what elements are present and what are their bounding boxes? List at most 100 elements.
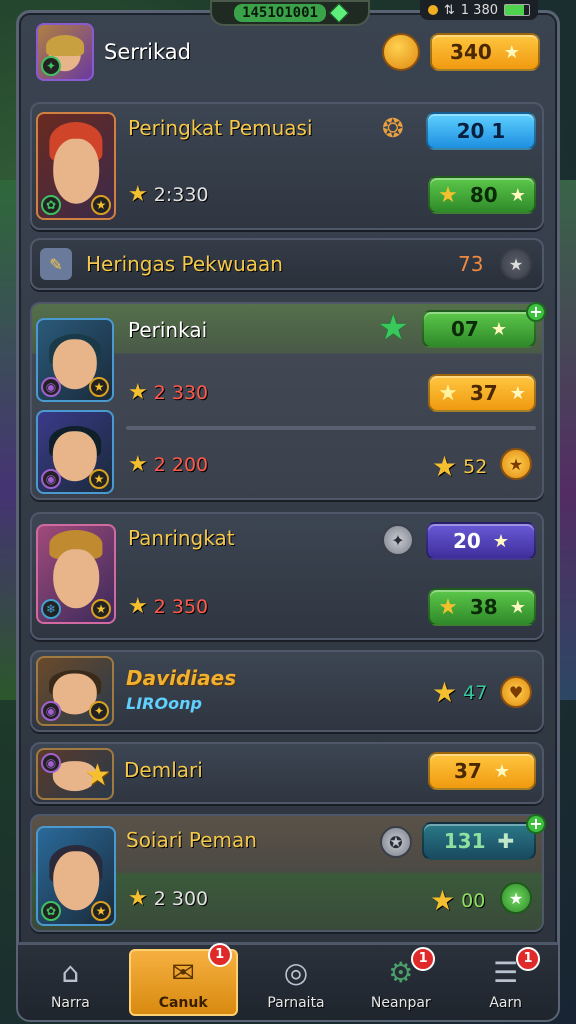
- nav-menu[interactable]: ☰ Aarn 1: [453, 945, 558, 1020]
- gold-heart-button[interactable]: ♥: [500, 676, 532, 708]
- mail-icon: ✉: [171, 956, 195, 989]
- green-star-icon: ★: [378, 308, 409, 348]
- leaderboard-card-3[interactable]: ◉ ★ ◉ ★ Perinkai ★ 07 ★ + ★ 2 330 ★ 37 ★ ★ 2 …: [30, 302, 546, 500]
- badge-icon[interactable]: ✪: [380, 826, 412, 858]
- hero-portrait: ✿ ★: [36, 112, 116, 220]
- element-badge: ◉: [41, 469, 61, 489]
- card-title: Demlari: [124, 758, 203, 782]
- gold-star-button[interactable]: ★: [500, 448, 532, 480]
- alien-icon: ◎: [283, 956, 309, 989]
- star-icon: ★: [128, 380, 148, 405]
- star-icon: ★: [128, 182, 148, 207]
- reward: ★ 00: [430, 884, 485, 917]
- element-badge: ◉: [41, 377, 61, 397]
- reward-pill[interactable]: ★ 38 ★: [428, 588, 536, 626]
- card-title: Peringkat Pemuasi: [128, 116, 313, 140]
- leaderboard-card-7[interactable]: ✿ ★ Soiari Peman ✪ 131 ✚ + ★ 2 300 ★ 00 ★: [30, 814, 546, 932]
- score: ★ 2:330: [128, 182, 209, 207]
- reward-value: 37: [469, 381, 498, 405]
- reward-pill[interactable]: 37 ★: [428, 752, 536, 790]
- rank-value: 07: [451, 317, 479, 341]
- clock: 1 380: [460, 2, 498, 18]
- score-value: 2:330: [153, 183, 209, 206]
- leaderboard-card-5[interactable]: ◉ ✦ Davidiaes LIROonp ★ 47 ♥: [30, 650, 544, 732]
- star-icon: ★: [128, 886, 148, 911]
- card-title: Panringkat: [128, 526, 235, 550]
- card-subtitle: LIROonp: [126, 694, 202, 713]
- hero-portrait: ❄ ★: [36, 524, 116, 624]
- rank-pill[interactable]: 131 ✚: [422, 822, 536, 860]
- reward-value: 37: [454, 759, 482, 783]
- nav-mail[interactable]: ✉ Canuk 1: [128, 943, 238, 1016]
- player-avatar[interactable]: ✦: [36, 23, 94, 81]
- star-icon: ★: [128, 452, 148, 477]
- level-badge: ✦: [41, 56, 61, 76]
- rank-value: 131: [443, 829, 486, 853]
- add-icon[interactable]: +: [526, 302, 546, 322]
- element-badge: ❄: [41, 599, 61, 619]
- rank-badge: ★: [91, 901, 111, 921]
- star-icon: ★: [438, 182, 458, 208]
- element-badge: ◉: [41, 701, 61, 721]
- rank-pill[interactable]: 20 1: [426, 112, 536, 150]
- green-star-button[interactable]: ★: [500, 882, 532, 914]
- score-1: ★ 2 330: [128, 380, 208, 405]
- nav-label: Canuk: [158, 994, 208, 1011]
- rank-pill[interactable]: 20 ★: [426, 522, 536, 560]
- star-icon: ★: [128, 594, 148, 619]
- section-header-card[interactable]: ✎ Heringas Pekwuaan 73 ★: [30, 238, 544, 290]
- nav-home[interactable]: ⌂ Narra: [18, 945, 123, 1020]
- rank-value: 20 1: [456, 119, 506, 143]
- nav-label: Parnaita: [267, 994, 325, 1011]
- leaderboard-card-1[interactable]: ✿ ★ Peringkat Pemuasi ❂ 20 1 ★ 2:330 ★ 80 ★: [30, 102, 544, 230]
- leaderboard-card-6[interactable]: ◉ ★ Demlari 37 ★: [30, 742, 544, 804]
- star-icon: ★: [490, 318, 507, 340]
- score-value: 2 330: [153, 381, 209, 404]
- hero-face: [53, 138, 99, 204]
- avatar-helmet: [46, 34, 84, 57]
- score-value: 2 300: [153, 887, 209, 910]
- badge-icon[interactable]: ✦: [382, 524, 414, 556]
- alarm-icon: [427, 5, 438, 15]
- nav-alien[interactable]: ◎ Parnaita: [244, 945, 349, 1020]
- star-icon: ★: [432, 450, 458, 483]
- notification-badge: 1: [411, 947, 436, 971]
- rank-pill[interactable]: 07 ★: [422, 310, 536, 348]
- reward-value: 00: [461, 889, 486, 912]
- leaderboard-card-4[interactable]: ❄ ★ Panringkat ✦ 20 ★ ★ 2 350 ★ 38 ★: [30, 512, 544, 640]
- nav-label: Neanpar: [370, 994, 431, 1011]
- rank-badge: ★: [91, 195, 111, 215]
- score-2: ★ 2 200: [128, 452, 208, 477]
- hero-portrait: ✿ ★: [36, 826, 116, 926]
- nav-label: Narra: [50, 994, 90, 1011]
- reward-pill-1[interactable]: ★ 37 ★: [428, 374, 536, 412]
- page-title: Serrikad: [104, 40, 191, 64]
- nav-label: Aarn: [489, 994, 522, 1011]
- rank-badge: ★: [89, 377, 109, 397]
- trophy-icon: ❂: [382, 114, 404, 144]
- currency-pill[interactable]: 340 ★: [430, 33, 540, 71]
- card-title: Soiari Peman: [126, 828, 257, 852]
- star-icon: ★: [509, 184, 526, 206]
- star-icon: ★: [509, 596, 526, 618]
- reward-pill[interactable]: ★ 80 ★: [428, 176, 536, 214]
- reward-value: 47: [463, 681, 488, 704]
- rank-badge: ★: [91, 599, 111, 619]
- hero-portrait-1: ◉ ★: [36, 318, 114, 402]
- section-title: Heringas Pekwuaan: [86, 252, 283, 276]
- bottom-nav: ⌂ Narra ✉ Canuk 1 ◎ Parnaita ⚙ Neanpar 1…: [18, 942, 558, 1020]
- star-icon: ★: [432, 676, 458, 709]
- star-badge-icon[interactable]: ★: [500, 248, 532, 280]
- notification-badge: 1: [207, 943, 232, 967]
- score-value: 2 350: [153, 595, 209, 618]
- scroll-icon: ✎: [40, 248, 72, 280]
- add-icon[interactable]: +: [526, 814, 546, 834]
- reward-2: ★ 52: [432, 450, 487, 483]
- star-icon: ★: [503, 41, 520, 63]
- element-badge: ✿: [41, 195, 61, 215]
- reward-value: 38: [469, 595, 498, 619]
- score: ★ 2 300: [128, 886, 208, 911]
- rank-value: 20: [453, 529, 481, 553]
- coin-button[interactable]: [382, 33, 420, 71]
- nav-settings[interactable]: ⚙ Neanpar 1: [348, 945, 453, 1020]
